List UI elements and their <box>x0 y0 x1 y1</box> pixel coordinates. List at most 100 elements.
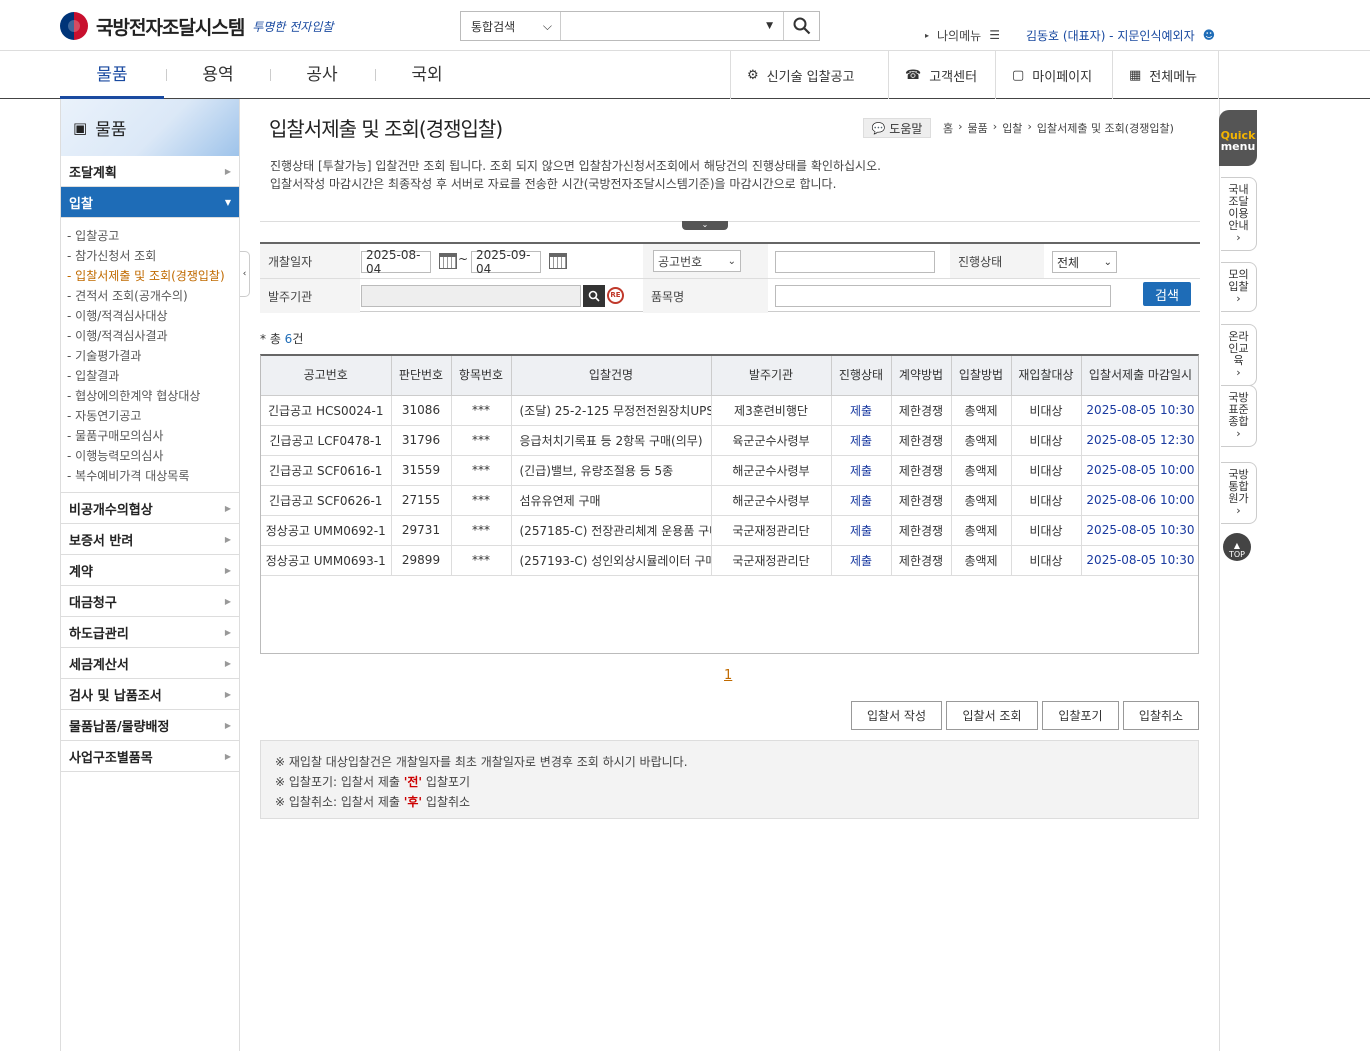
table-cell: 제한경쟁 <box>891 485 952 516</box>
status-cell[interactable]: 제출 <box>831 455 892 486</box>
lnb-item[interactable]: 보증서 반려 ▶ <box>61 524 239 555</box>
table-cell: 제한경쟁 <box>891 545 952 576</box>
status-cell[interactable]: 제출 <box>831 425 892 456</box>
lnb-item[interactable]: 하도급관리 ▶ <box>61 617 239 648</box>
lnb-item-procurement-plan[interactable]: 조달계획 ▶ <box>61 156 239 187</box>
breadcrumb-home[interactable]: 홈 <box>943 120 953 136</box>
lnb-subitem[interactable]: - 복수예비가격 대상목록 <box>67 466 233 486</box>
lnb-subitem[interactable]: - 입찰결과 <box>67 366 233 386</box>
gnb-item-construction[interactable]: 공사 <box>270 51 374 99</box>
lnb-item[interactable]: 대금청구 ▶ <box>61 586 239 617</box>
lnb-subitem-label: 협상에의한계약 협상대상 <box>75 389 201 403</box>
search-button[interactable] <box>783 12 819 40</box>
lnb-subitem[interactable]: - 견적서 조회(공개수의) <box>67 286 233 306</box>
gnb-item-service[interactable]: 용역 <box>166 51 270 99</box>
lnb-subitem[interactable]: - 이행능력모의심사 <box>67 446 233 466</box>
lnb-collapse-toggle[interactable]: ‹ <box>240 251 250 297</box>
count-suffix: 건 <box>292 332 304 346</box>
site-logo[interactable]: 국방전자조달시스템 투명한 전자입찰 <box>60 10 333 42</box>
item-name-input[interactable] <box>775 285 1111 307</box>
table-row[interactable]: 긴급공고 SCF0616-1 31559 *** (긴급)밸브, 유량조절용 등 5종… <box>261 455 1198 486</box>
lnb-subitem-label: 자동연기공고 <box>75 409 142 423</box>
chevron-down-icon: ⌵ <box>542 18 552 33</box>
key-type-select[interactable]: 공고번호 ⌄ <box>653 250 741 272</box>
status-cell[interactable]: 제출 <box>831 545 892 576</box>
fold-toggle-button[interactable]: ⌄ <box>682 221 728 230</box>
quick-menu-item[interactable]: 온라인교육 › <box>1221 324 1257 386</box>
date-from-input[interactable]: 2025-08-04 <box>361 248 431 276</box>
gnb-item-overseas[interactable]: 국외 <box>375 51 479 99</box>
table-cell: 비대상 <box>1011 485 1082 516</box>
search-scope-select[interactable]: 통합검색 ⌵ <box>461 12 561 40</box>
lnb-item[interactable]: 계약 ▶ <box>61 555 239 586</box>
quick-menu-item[interactable]: 모의입찰 › <box>1221 262 1257 312</box>
page-title: 입찰서제출 및 조회(경쟁입찰) <box>269 117 503 141</box>
calendar-icon[interactable] <box>439 253 457 269</box>
cancel-bid-button[interactable]: 입찰취소 <box>1123 701 1199 730</box>
table-row[interactable]: 긴급공고 HCS0024-1 31086 *** (조달) 25-2-125 무정전전… <box>261 395 1198 426</box>
chevron-right-icon: ▶ <box>224 534 231 544</box>
lnb-subitem[interactable]: - 이행/적격심사결과 <box>67 326 233 346</box>
mypage-link[interactable]: ▢ 마이페이지 <box>995 51 1112 99</box>
table-row[interactable]: 정상공고 UMM0693-1 29899 *** (257193-C) 성인외상시뮬레… <box>261 545 1198 576</box>
status-select[interactable]: 전체 ⌄ <box>1052 251 1117 273</box>
lnb-item[interactable]: 물품납품/물량배정 ▶ <box>61 710 239 741</box>
search-input[interactable]: ▼ <box>561 12 783 40</box>
bid-title-cell[interactable]: 섬유유연제 구매 <box>511 485 712 516</box>
table-row[interactable]: 긴급공고 LCF0478-1 31796 *** 응급처치기록표 등 2항목 구매(의… <box>261 425 1198 456</box>
reset-icon[interactable]: RE <box>607 287 624 304</box>
lnb-subitem[interactable]: - 참가신청서 조회 <box>67 246 233 266</box>
bid-title-cell[interactable]: 응급처치기록표 등 2항목 구매(의무) <box>511 425 712 456</box>
gnb-item-goods[interactable]: 물품 <box>60 51 164 99</box>
search-submit-button[interactable]: 검색 <box>1143 282 1191 306</box>
lnb-subitem[interactable]: - 입찰서제출 및 조회(경쟁입찰) <box>67 266 233 286</box>
lnb-subitem[interactable]: - 기술평가결과 <box>67 346 233 366</box>
quick-menu-label: 국내조달이용안내 <box>1228 183 1249 232</box>
status-cell[interactable]: 제출 <box>831 515 892 546</box>
chevron-right-icon: ▶ <box>224 166 231 176</box>
all-menu-link[interactable]: ▦ 전체메뉴 <box>1112 51 1219 99</box>
scroll-top-button[interactable]: ▲ TOP <box>1223 533 1251 561</box>
customer-center-link[interactable]: ☎ 고객센터 <box>888 51 995 99</box>
quick-menu-item[interactable]: 국내조달이용안내 › <box>1221 177 1257 251</box>
lnb-subitem[interactable]: - 자동연기공고 <box>67 406 233 426</box>
table-cell: 정상공고 UMM0692-1 <box>261 515 392 546</box>
forfeit-bid-button[interactable]: 입찰포기 <box>1042 701 1119 730</box>
view-bid-button[interactable]: 입찰서 조회 <box>946 701 1038 730</box>
lnb-subitem[interactable]: - 입찰공고 <box>67 226 233 246</box>
lnb-subitem[interactable]: - 물품구매모의심사 <box>67 426 233 446</box>
quick-menu-label: 모의입찰 <box>1228 268 1249 293</box>
user-info[interactable]: 김동호 (대표자) - 지문인식예외자 <box>1026 27 1195 44</box>
bid-title-cell[interactable]: (조달) 25-2-125 무정전전원장치UPS <box>511 395 712 426</box>
lnb-subitem[interactable]: - 협상에의한계약 협상대상 <box>67 386 233 406</box>
write-bid-button[interactable]: 입찰서 작성 <box>851 701 942 730</box>
new-tech-bid-link[interactable]: ⚙ 신기술 입찰공고 <box>730 51 888 99</box>
breadcrumb-goods[interactable]: 물품 <box>968 120 988 136</box>
help-button[interactable]: 💬 도움말 <box>863 118 931 138</box>
bid-title-cell[interactable]: (257193-C) 성인외상시뮬레이터 구매 <box>511 545 712 576</box>
bid-title-cell[interactable]: (257185-C) 전장관리체계 운용품 구매 <box>511 515 712 546</box>
status-cell[interactable]: 제출 <box>831 395 892 426</box>
my-menu-link[interactable]: 나의메뉴 <box>937 27 981 44</box>
lnb-item[interactable]: 검사 및 납품조서 ▶ <box>61 679 239 710</box>
lnb-item[interactable]: 비공개수의협상 ▶ <box>61 493 239 524</box>
table-row[interactable]: 정상공고 UMM0692-1 29731 *** (257185-C) 전장관리체계 … <box>261 515 1198 546</box>
lnb-item[interactable]: 사업구조별품목 ▶ <box>61 741 239 772</box>
pagination-page-1[interactable]: 1 <box>724 668 732 683</box>
status-cell[interactable]: 제출 <box>831 485 892 516</box>
bid-title-cell[interactable]: (긴급)밸브, 유량조절용 등 5종 <box>511 455 712 486</box>
key-type-value: 공고번호 <box>658 254 703 269</box>
calendar-icon[interactable] <box>549 253 567 269</box>
date-to-input[interactable]: 2025-09-04 <box>471 248 541 276</box>
key-value-input[interactable] <box>775 251 935 273</box>
column-header: 진행상태 <box>831 356 892 396</box>
quick-menu-item[interactable]: 국방표준종합 › <box>1221 385 1257 447</box>
quick-menu-item[interactable]: 국방통합원가 › <box>1221 462 1257 524</box>
table-row[interactable]: 긴급공고 SCF0626-1 27155 *** 섬유유연제 구매 해군군수사령부 제출 제… <box>261 485 1198 516</box>
lnb-item[interactable]: 세금계산서 ▶ <box>61 648 239 679</box>
lnb-subitem[interactable]: - 이행/적격심사대상 <box>67 306 233 326</box>
lnb-item-bid[interactable]: 입찰 ▼ <box>61 187 239 218</box>
org-input[interactable] <box>361 285 581 307</box>
org-search-button[interactable] <box>583 285 605 307</box>
breadcrumb-bid[interactable]: 입찰 <box>1002 120 1022 136</box>
